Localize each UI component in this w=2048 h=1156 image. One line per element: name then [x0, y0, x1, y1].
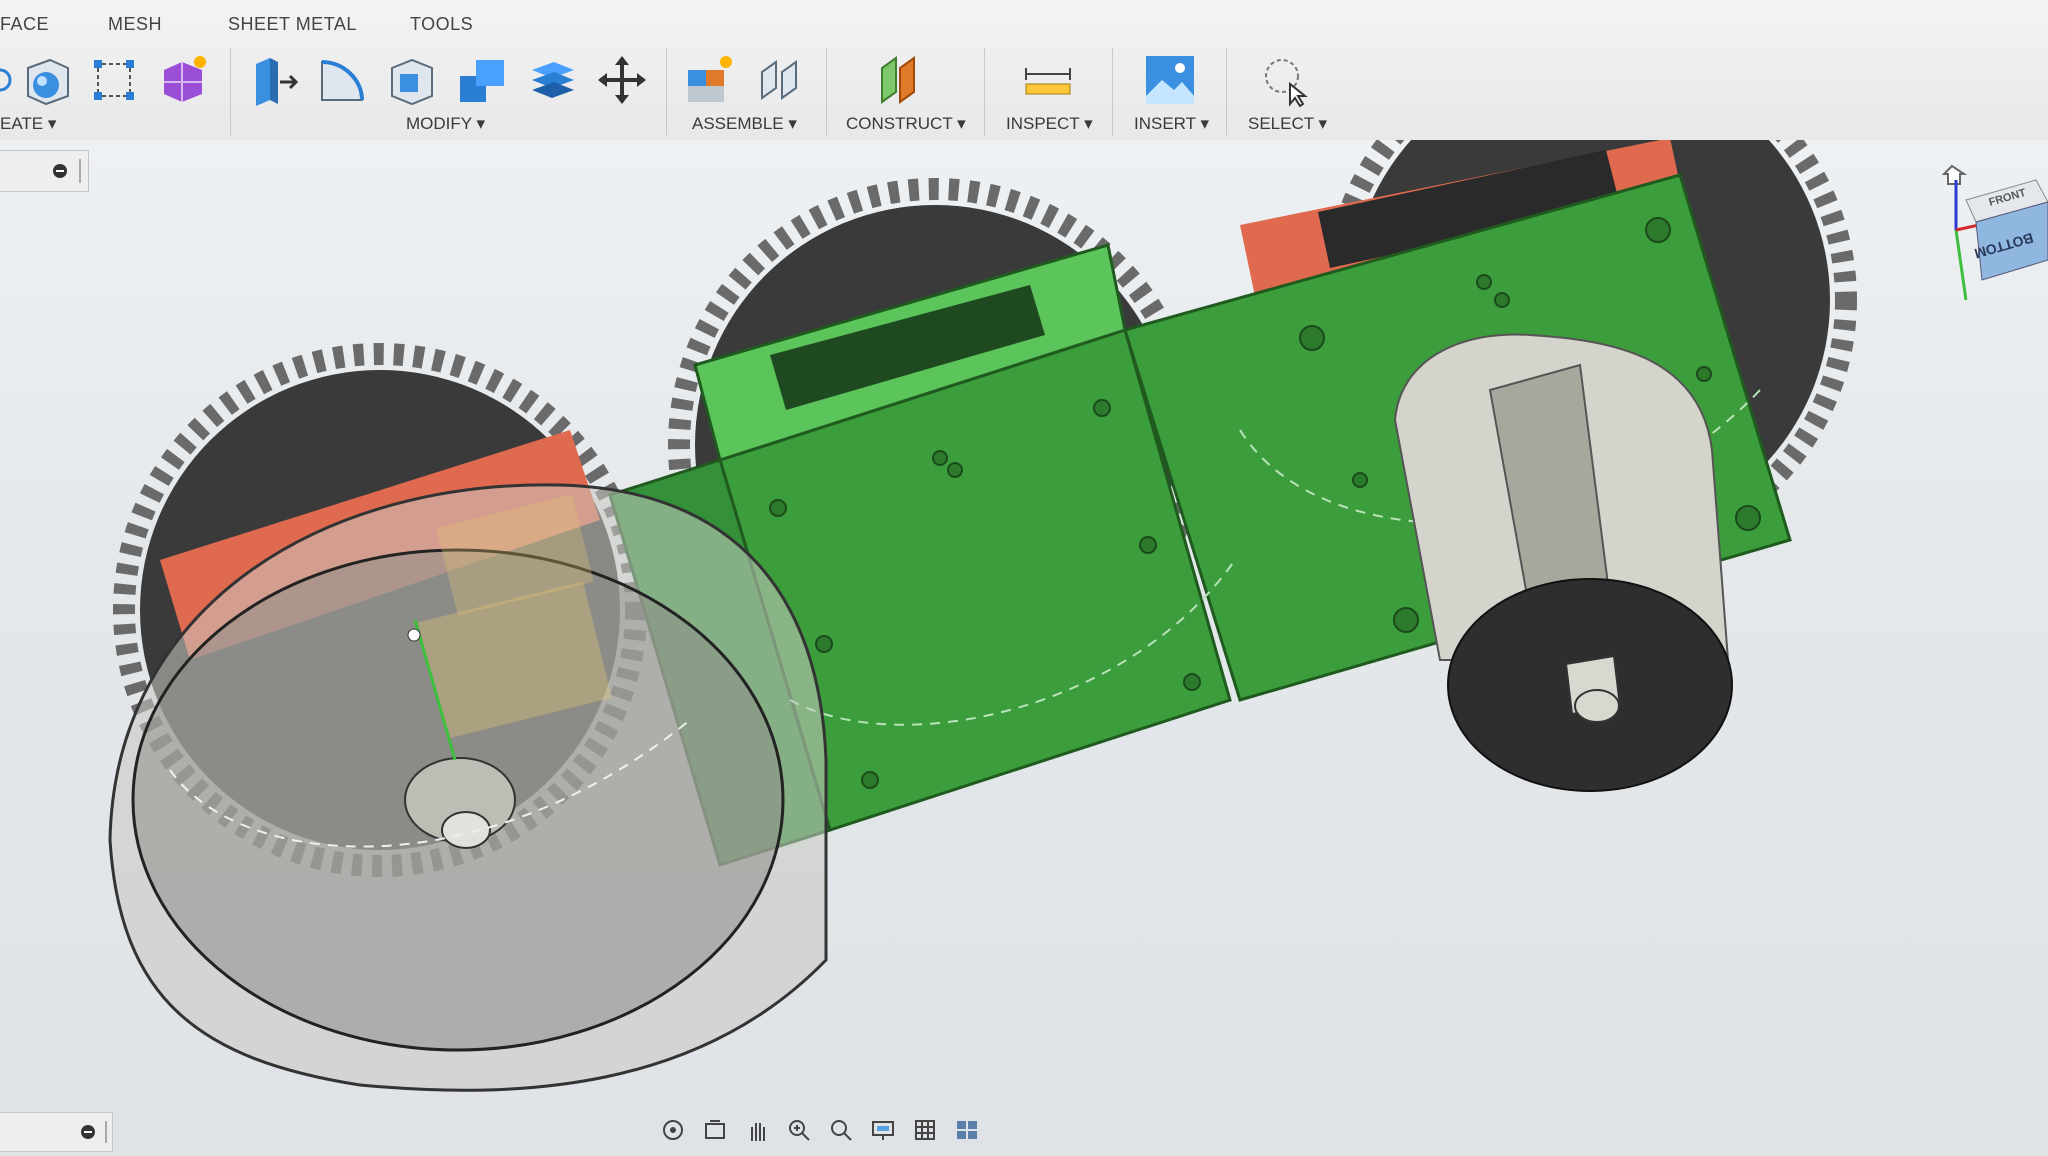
zoom-icon[interactable] — [782, 1113, 816, 1147]
create-group-label[interactable]: EATE ▾ — [0, 114, 56, 134]
comments-panel-stub[interactable] — [0, 1112, 113, 1152]
display-settings-icon[interactable] — [866, 1113, 900, 1147]
select-group-label[interactable]: SELECT ▾ — [1248, 114, 1327, 134]
tab-tools[interactable]: TOOLS — [410, 14, 473, 35]
shell-icon[interactable] — [384, 52, 440, 108]
fillet-icon[interactable] — [314, 52, 370, 108]
fit-icon[interactable] — [824, 1113, 858, 1147]
ribbon-toolbar: FACE MESH SHEET METAL TOOLS EATE ▾ MODIF… — [0, 0, 2048, 141]
roller-right — [1393, 333, 1733, 792]
new-component-icon[interactable] — [680, 52, 736, 108]
navigation-bar — [656, 1108, 1036, 1152]
sphere-box-icon[interactable] — [18, 52, 74, 108]
assemble-group-label[interactable]: ASSEMBLE ▾ — [692, 114, 797, 134]
tab-surface[interactable]: FACE — [0, 14, 49, 35]
offset-plane-icon[interactable] — [876, 52, 932, 108]
grid-settings-icon[interactable] — [908, 1113, 942, 1147]
insert-group-label[interactable]: INSERT ▾ — [1134, 114, 1209, 134]
separator — [984, 48, 985, 136]
tab-mesh[interactable]: MESH — [108, 14, 162, 35]
separator — [666, 48, 667, 136]
select-icon[interactable] — [1256, 52, 1312, 108]
construct-group-label[interactable]: CONSTRUCT ▾ — [846, 114, 966, 134]
combine-icon[interactable] — [454, 52, 510, 108]
measure-icon[interactable] — [1020, 52, 1076, 108]
home-icon[interactable] — [1941, 164, 1968, 185]
press-pull-icon[interactable] — [244, 52, 300, 108]
separator — [230, 48, 231, 136]
partial-create-icon[interactable] — [0, 52, 14, 108]
model-canvas[interactable] — [0, 140, 2048, 1152]
form-icon[interactable] — [154, 52, 210, 108]
3d-viewport[interactable] — [0, 140, 2048, 1152]
separator — [826, 48, 827, 136]
separator — [1112, 48, 1113, 136]
tab-sheet-metal[interactable]: SHEET METAL — [228, 14, 357, 35]
pan-icon[interactable] — [740, 1113, 774, 1147]
offset-faces-icon[interactable] — [524, 52, 580, 108]
pattern-icon[interactable] — [86, 52, 142, 108]
orbit-icon[interactable] — [656, 1113, 690, 1147]
view-cube[interactable]: FRONT BOTTOM — [1936, 140, 2048, 310]
move-icon[interactable] — [594, 52, 650, 108]
inspect-group-label[interactable]: INSPECT ▾ — [1006, 114, 1093, 134]
joint-icon[interactable] — [752, 52, 808, 108]
ribbon-tabs: FACE MESH SHEET METAL TOOLS — [0, 14, 2048, 40]
browser-panel-stub[interactable] — [0, 150, 89, 192]
look-at-icon[interactable] — [698, 1113, 732, 1147]
insert-image-icon[interactable] — [1142, 52, 1198, 108]
modify-group-label[interactable]: MODIFY ▾ — [406, 114, 485, 134]
separator — [1226, 48, 1227, 136]
viewports-icon[interactable] — [950, 1113, 984, 1147]
